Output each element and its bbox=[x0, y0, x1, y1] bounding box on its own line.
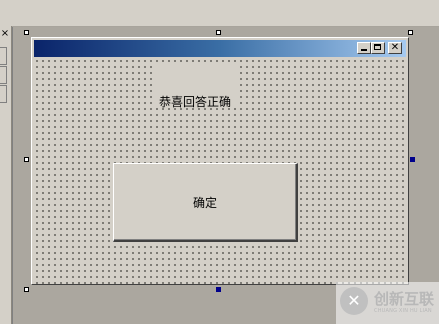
watermark: ✕ 创新互联 CHUANG XIN HU LIAN bbox=[336, 282, 439, 324]
toolbox-tab[interactable] bbox=[0, 66, 7, 84]
maximize-button[interactable] bbox=[371, 42, 385, 54]
designer-form[interactable]: ✕ 恭喜回答正确 确定 bbox=[31, 37, 409, 285]
resize-handle-right[interactable] bbox=[410, 157, 415, 162]
message-label-text: 恭喜回答正确 bbox=[158, 95, 231, 109]
brand-logo-icon: ✕ bbox=[340, 287, 368, 315]
message-label: 恭喜回答正确 bbox=[153, 62, 237, 109]
toolbox-tab[interactable] bbox=[0, 47, 7, 65]
close-button[interactable]: ✕ bbox=[388, 42, 402, 54]
minimize-icon bbox=[361, 49, 367, 51]
resize-handle-top[interactable] bbox=[216, 30, 221, 35]
resize-handle-bottom-left[interactable] bbox=[24, 287, 29, 292]
resize-handle-left[interactable] bbox=[24, 157, 29, 162]
watermark-subtitle: CHUANG XIN HU LIAN bbox=[374, 308, 432, 314]
watermark-brand: 创新互联 bbox=[374, 290, 435, 308]
toolbox-close-icon[interactable]: × bbox=[0, 28, 10, 40]
close-icon: ✕ bbox=[390, 42, 400, 53]
ok-button[interactable]: 确定 bbox=[113, 163, 298, 242]
minimize-button[interactable] bbox=[357, 42, 371, 54]
toolbox-tab[interactable] bbox=[0, 85, 7, 103]
maximize-icon bbox=[374, 44, 381, 50]
resize-handle-bottom[interactable] bbox=[216, 287, 221, 292]
form-titlebar[interactable]: ✕ bbox=[34, 40, 406, 57]
ide-top-area bbox=[0, 0, 439, 27]
resize-handle-top-left[interactable] bbox=[24, 30, 29, 35]
resize-handle-top-right[interactable] bbox=[408, 30, 413, 35]
